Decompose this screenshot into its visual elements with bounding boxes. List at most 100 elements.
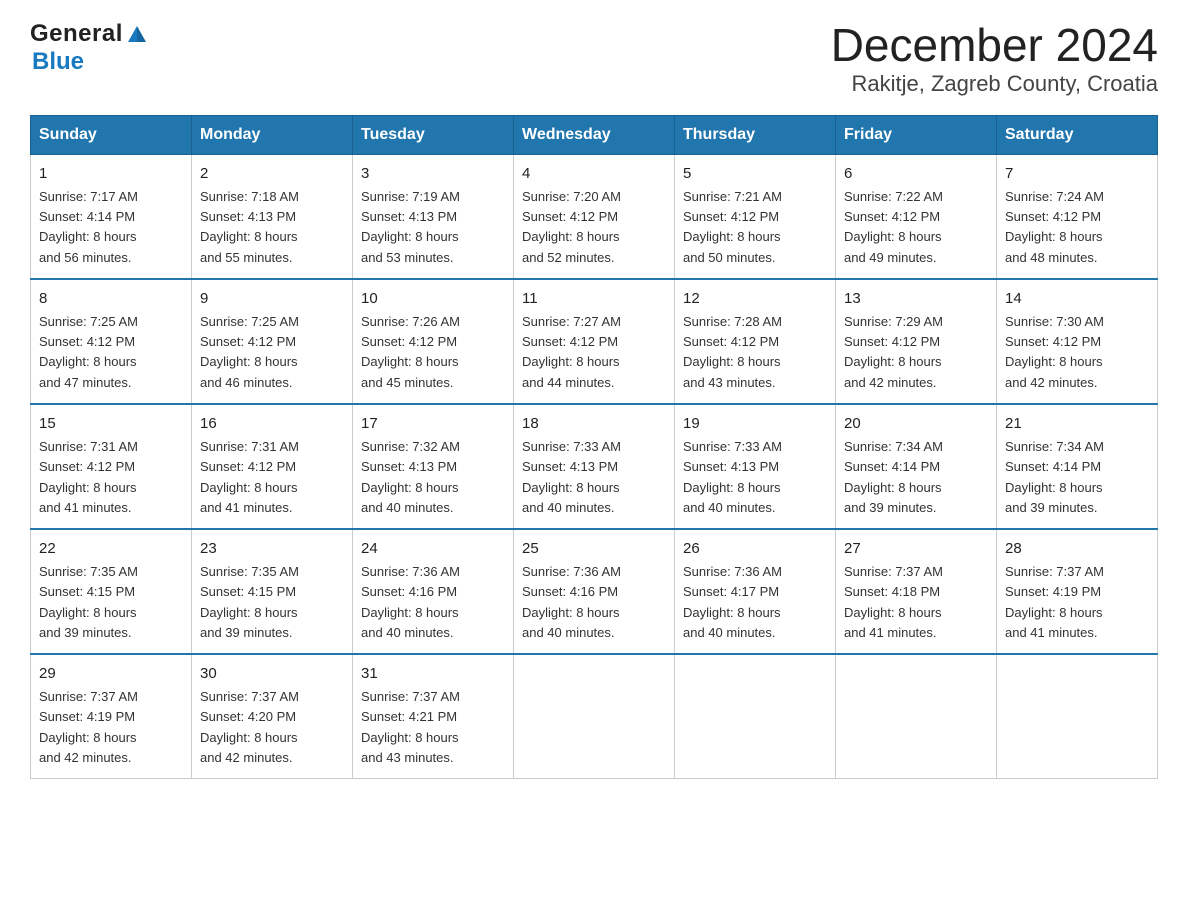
calendar-header-row: SundayMondayTuesdayWednesdayThursdayFrid…	[31, 115, 1158, 154]
calendar-cell: 11 Sunrise: 7:27 AMSunset: 4:12 PMDayligh…	[514, 279, 675, 404]
day-number: 21	[1005, 413, 1149, 436]
day-number: 28	[1005, 538, 1149, 561]
day-info: Sunrise: 7:36 AMSunset: 4:16 PMDaylight:…	[522, 564, 621, 639]
day-number: 25	[522, 538, 666, 561]
day-number: 16	[200, 413, 344, 436]
day-number: 14	[1005, 288, 1149, 311]
day-number: 12	[683, 288, 827, 311]
location-title: Rakitje, Zagreb County, Croatia	[831, 71, 1158, 97]
title-area: December 2024 Rakitje, Zagreb County, Cr…	[831, 20, 1158, 97]
calendar-cell	[997, 654, 1158, 779]
calendar-cell: 14 Sunrise: 7:30 AMSunset: 4:12 PMDayligh…	[997, 279, 1158, 404]
day-number: 2	[200, 163, 344, 186]
day-number: 10	[361, 288, 505, 311]
day-number: 3	[361, 163, 505, 186]
day-info: Sunrise: 7:36 AMSunset: 4:17 PMDaylight:…	[683, 564, 782, 639]
calendar-cell: 31 Sunrise: 7:37 AMSunset: 4:21 PMDayligh…	[353, 654, 514, 779]
logo-blue-text: Blue	[32, 48, 84, 75]
header-sunday: Sunday	[31, 115, 192, 154]
day-info: Sunrise: 7:21 AMSunset: 4:12 PMDaylight:…	[683, 189, 782, 264]
day-info: Sunrise: 7:27 AMSunset: 4:12 PMDaylight:…	[522, 314, 621, 389]
day-number: 23	[200, 538, 344, 561]
calendar-cell: 29 Sunrise: 7:37 AMSunset: 4:19 PMDayligh…	[31, 654, 192, 779]
day-info: Sunrise: 7:33 AMSunset: 4:13 PMDaylight:…	[683, 439, 782, 514]
day-number: 18	[522, 413, 666, 436]
day-info: Sunrise: 7:37 AMSunset: 4:20 PMDaylight:…	[200, 689, 299, 764]
day-number: 30	[200, 663, 344, 686]
header-monday: Monday	[192, 115, 353, 154]
calendar-cell: 19 Sunrise: 7:33 AMSunset: 4:13 PMDayligh…	[675, 404, 836, 529]
day-number: 5	[683, 163, 827, 186]
day-info: Sunrise: 7:25 AMSunset: 4:12 PMDaylight:…	[39, 314, 138, 389]
calendar-cell: 15Sunrise: 7:31 AMSunset: 4:12 PMDayligh…	[31, 404, 192, 529]
day-number: 8	[39, 288, 183, 311]
day-number: 9	[200, 288, 344, 311]
calendar-week-2: 8 Sunrise: 7:25 AMSunset: 4:12 PMDaylight…	[31, 279, 1158, 404]
calendar-cell: 17 Sunrise: 7:32 AMSunset: 4:13 PMDayligh…	[353, 404, 514, 529]
calendar-cell: 28Sunrise: 7:37 AMSunset: 4:19 PMDayligh…	[997, 529, 1158, 654]
calendar-cell: 1 Sunrise: 7:17 AMSunset: 4:14 PMDaylight…	[31, 154, 192, 279]
day-info: Sunrise: 7:37 AMSunset: 4:19 PMDaylight:…	[39, 689, 138, 764]
calendar-cell: 10 Sunrise: 7:26 AMSunset: 4:12 PMDayligh…	[353, 279, 514, 404]
calendar-cell: 20 Sunrise: 7:34 AMSunset: 4:14 PMDayligh…	[836, 404, 997, 529]
calendar-week-4: 22Sunrise: 7:35 AMSunset: 4:15 PMDayligh…	[31, 529, 1158, 654]
day-info: Sunrise: 7:22 AMSunset: 4:12 PMDaylight:…	[844, 189, 943, 264]
day-info: Sunrise: 7:19 AMSunset: 4:13 PMDaylight:…	[361, 189, 460, 264]
calendar-week-5: 29 Sunrise: 7:37 AMSunset: 4:19 PMDayligh…	[31, 654, 1158, 779]
day-info: Sunrise: 7:30 AMSunset: 4:12 PMDaylight:…	[1005, 314, 1104, 389]
day-info: Sunrise: 7:29 AMSunset: 4:12 PMDaylight:…	[844, 314, 943, 389]
day-number: 31	[361, 663, 505, 686]
day-number: 15	[39, 413, 183, 436]
calendar-cell: 21 Sunrise: 7:34 AMSunset: 4:14 PMDayligh…	[997, 404, 1158, 529]
calendar-cell: 3 Sunrise: 7:19 AMSunset: 4:13 PMDaylight…	[353, 154, 514, 279]
calendar-cell: 13 Sunrise: 7:29 AMSunset: 4:12 PMDayligh…	[836, 279, 997, 404]
calendar-cell: 8 Sunrise: 7:25 AMSunset: 4:12 PMDaylight…	[31, 279, 192, 404]
calendar-cell: 27Sunrise: 7:37 AMSunset: 4:18 PMDayligh…	[836, 529, 997, 654]
day-info: Sunrise: 7:34 AMSunset: 4:14 PMDaylight:…	[1005, 439, 1104, 514]
calendar-cell: 25 Sunrise: 7:36 AMSunset: 4:16 PMDayligh…	[514, 529, 675, 654]
day-number: 29	[39, 663, 183, 686]
day-info: Sunrise: 7:28 AMSunset: 4:12 PMDaylight:…	[683, 314, 782, 389]
calendar-week-3: 15 Sunrise: 7:31 AMSunset: 4:12 PMDayligh…	[31, 404, 1158, 529]
day-info: Sunrise: 7:32 AMSunset: 4:13 PMDaylight:…	[361, 439, 460, 514]
calendar-cell: 2Sunrise: 7:18 AMSunset: 4:13 PMDaylight…	[192, 154, 353, 279]
day-number: 19	[683, 413, 827, 436]
logo-general-text: General	[30, 20, 123, 48]
day-number: 6	[844, 163, 988, 186]
calendar-cell	[675, 654, 836, 779]
calendar-cell	[836, 654, 997, 779]
day-number: 17	[361, 413, 505, 436]
day-info: Sunrise: 7:31 AMSunset: 4:12 PMDaylight:…	[200, 439, 299, 514]
day-info: Sunrise: 7:26 AMSunset: 4:12 PMDaylight:…	[361, 314, 460, 389]
header-tuesday: Tuesday	[353, 115, 514, 154]
calendar-cell: 7 Sunrise: 7:24 AMSunset: 4:12 PMDaylight…	[997, 154, 1158, 279]
calendar-cell: 4Sunrise: 7:20 AMSunset: 4:12 PMDaylight…	[514, 154, 675, 279]
day-number: 1	[39, 163, 183, 186]
month-title: December 2024	[831, 20, 1158, 71]
calendar-cell: 24Sunrise: 7:36 AMSunset: 4:16 PMDayligh…	[353, 529, 514, 654]
calendar-table: SundayMondayTuesdayWednesdayThursdayFrid…	[30, 115, 1158, 779]
calendar-week-1: 1 Sunrise: 7:17 AMSunset: 4:14 PMDaylight…	[31, 154, 1158, 279]
day-info: Sunrise: 7:34 AMSunset: 4:14 PMDaylight:…	[844, 439, 943, 514]
logo-triangle-icon	[128, 26, 137, 42]
calendar-cell: 12 Sunrise: 7:28 AMSunset: 4:12 PMDayligh…	[675, 279, 836, 404]
day-info: Sunrise: 7:37 AMSunset: 4:21 PMDaylight:…	[361, 689, 460, 764]
day-number: 20	[844, 413, 988, 436]
day-info: Sunrise: 7:35 AMSunset: 4:15 PMDaylight:…	[39, 564, 138, 639]
page-header: General Blue December 2024 Rakitje, Zagr…	[30, 20, 1158, 97]
calendar-cell: 22Sunrise: 7:35 AMSunset: 4:15 PMDayligh…	[31, 529, 192, 654]
day-number: 7	[1005, 163, 1149, 186]
day-info: Sunrise: 7:17 AMSunset: 4:14 PMDaylight:…	[39, 189, 138, 264]
day-info: Sunrise: 7:37 AMSunset: 4:18 PMDaylight:…	[844, 564, 943, 639]
calendar-cell: 18Sunrise: 7:33 AMSunset: 4:13 PMDayligh…	[514, 404, 675, 529]
day-number: 11	[522, 288, 666, 311]
calendar-cell: 9Sunrise: 7:25 AMSunset: 4:12 PMDaylight…	[192, 279, 353, 404]
logo-triangle2-icon	[137, 26, 146, 42]
calendar-cell: 16 Sunrise: 7:31 AMSunset: 4:12 PMDayligh…	[192, 404, 353, 529]
day-number: 13	[844, 288, 988, 311]
day-number: 24	[361, 538, 505, 561]
logo: General Blue	[30, 20, 146, 76]
day-info: Sunrise: 7:35 AMSunset: 4:15 PMDaylight:…	[200, 564, 299, 639]
calendar-cell: 5 Sunrise: 7:21 AMSunset: 4:12 PMDaylight…	[675, 154, 836, 279]
day-info: Sunrise: 7:24 AMSunset: 4:12 PMDaylight:…	[1005, 189, 1104, 264]
